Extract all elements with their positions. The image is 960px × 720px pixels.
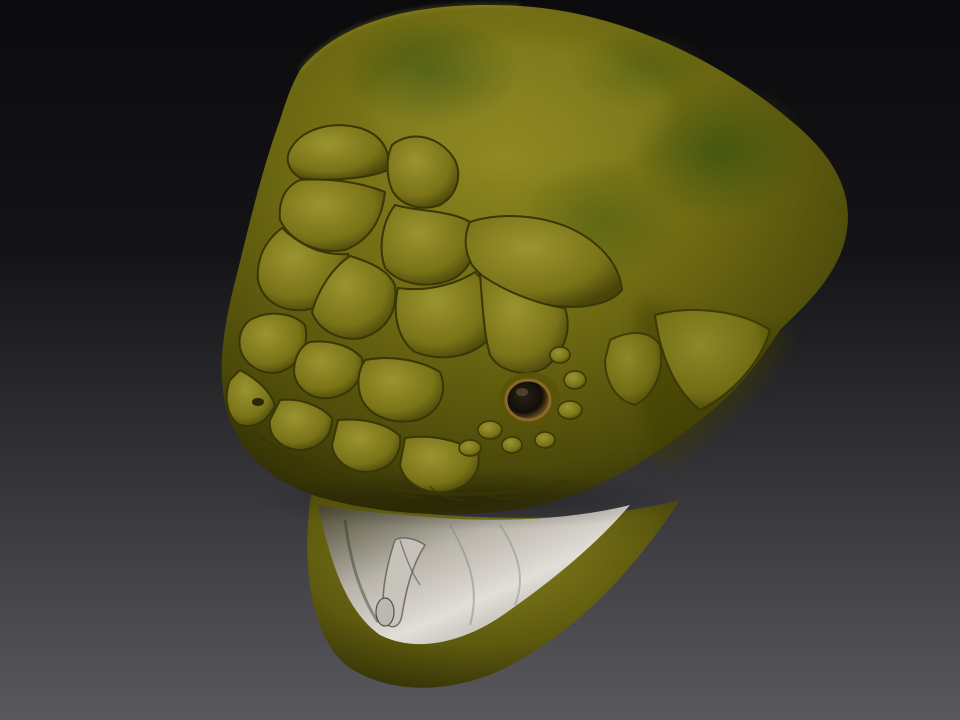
snake-head-render <box>0 0 960 720</box>
sculpt-viewport[interactable] <box>0 0 960 720</box>
nostril <box>252 398 264 406</box>
eye <box>500 372 560 424</box>
